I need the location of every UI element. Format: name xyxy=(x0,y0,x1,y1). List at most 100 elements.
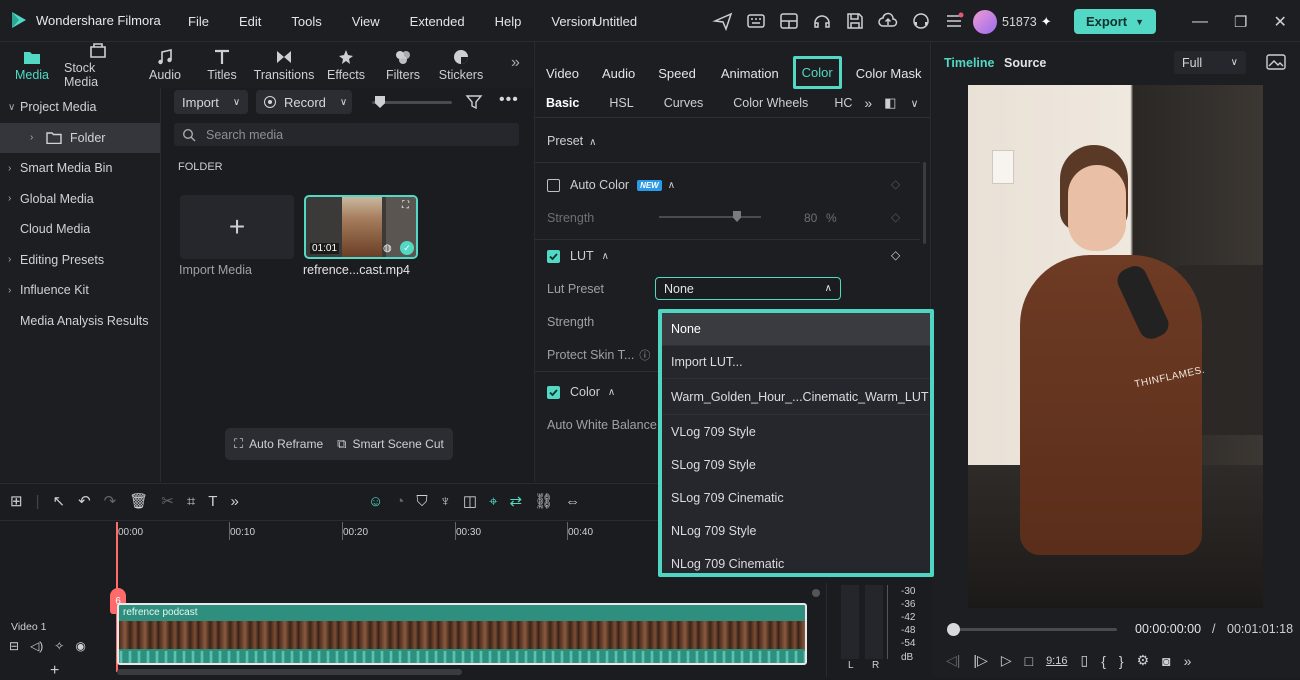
tab-timeline-preview[interactable]: Timeline xyxy=(944,56,994,70)
lut-option-none[interactable]: None xyxy=(662,313,930,346)
video-preview-frame[interactable]: THINFLAMES. xyxy=(968,85,1263,608)
more-tools-icon[interactable]: » xyxy=(230,493,238,510)
lut-option-slog-cinematic[interactable]: SLog 709 Cinematic xyxy=(662,481,930,514)
tab-audio[interactable]: Audio xyxy=(132,48,198,82)
lut-preset-select[interactable]: None ∧ xyxy=(655,277,841,300)
speaker-icon[interactable]: ◁) xyxy=(30,639,43,653)
smart-scene-cut-button[interactable]: ⧉ Smart Scene Cut xyxy=(337,436,444,452)
menu-version[interactable]: Version xyxy=(551,14,594,29)
redo-icon[interactable]: ↷ xyxy=(104,492,117,510)
select-tool-icon[interactable]: ↖ xyxy=(52,492,65,510)
video-clip[interactable]: refrence podcast xyxy=(117,603,807,665)
search-input[interactable]: Search media xyxy=(174,123,519,146)
tab-animation[interactable]: Animation xyxy=(721,66,779,81)
slider-handle[interactable] xyxy=(733,211,741,222)
ai-assistant-icon[interactable]: ☺ xyxy=(368,493,383,510)
sidebar-item-editing-presets[interactable]: › Editing Presets xyxy=(0,245,160,276)
more-options-icon[interactable]: ••• xyxy=(499,91,519,109)
maximize-icon[interactable]: ❐ xyxy=(1234,13,1247,31)
cut-icon[interactable]: ✂ xyxy=(161,492,174,510)
settings-icon[interactable]: ⚙ xyxy=(1137,652,1150,669)
camera-icon[interactable]: ◙ xyxy=(1162,653,1170,669)
minimize-icon[interactable]: — xyxy=(1192,13,1208,31)
preview-scrubber[interactable] xyxy=(947,623,1117,636)
headset-icon[interactable] xyxy=(811,10,833,32)
layout-grid-icon[interactable]: ⊞ xyxy=(10,492,23,510)
menu-extended[interactable]: Extended xyxy=(410,14,465,29)
more-controls-icon[interactable]: » xyxy=(1184,653,1192,669)
mark-out-icon[interactable]: } xyxy=(1119,653,1124,669)
more-tabs-icon[interactable]: » xyxy=(511,54,520,72)
user-account[interactable]: 51873 ✦ xyxy=(973,10,1052,34)
menu-help[interactable]: Help xyxy=(495,14,522,29)
delete-icon[interactable]: 🗑 xyxy=(129,492,148,510)
unlink-icon[interactable]: ⛓ xyxy=(534,492,553,510)
layout-icon[interactable] xyxy=(778,10,800,32)
lock-icon[interactable]: ⊟ xyxy=(9,639,19,653)
menu-edit[interactable]: Edit xyxy=(239,14,261,29)
lut-option-import[interactable]: Import LUT... xyxy=(662,346,930,379)
vertical-scroll-handle[interactable] xyxy=(812,589,820,597)
close-icon[interactable]: ✕ xyxy=(1273,12,1286,32)
import-media-tile[interactable]: + xyxy=(180,195,294,259)
tab-filters[interactable]: Filters xyxy=(370,49,436,82)
sidebar-item-cloud-media[interactable]: Cloud Media xyxy=(0,214,160,245)
list-menu-icon[interactable] xyxy=(943,10,965,32)
lut-option-nlog-style[interactable]: NLog 709 Style xyxy=(662,514,930,547)
properties-scrollbar[interactable] xyxy=(923,162,926,244)
lut-option-nlog-cinematic[interactable]: NLog 709 Cinematic xyxy=(662,547,930,573)
audio-stretch-icon[interactable]: ♆ xyxy=(440,493,451,510)
strength-value[interactable]: 80 xyxy=(804,211,817,225)
save-icon[interactable] xyxy=(844,10,866,32)
play-from-start-icon[interactable]: |▷ xyxy=(973,652,987,669)
tab-effects[interactable]: Effects xyxy=(322,49,370,82)
cloud-upload-icon[interactable] xyxy=(877,10,899,32)
thumbnail-size-slider[interactable] xyxy=(372,96,452,108)
tab-color-mask[interactable]: Color Mask xyxy=(856,66,922,81)
stop-icon[interactable]: □ xyxy=(1025,653,1033,669)
previous-frame-icon[interactable]: ◁| xyxy=(946,652,960,669)
timeline-scrollbar[interactable] xyxy=(117,669,462,675)
tab-stickers[interactable]: Stickers xyxy=(436,49,486,82)
undo-icon[interactable]: ↶ xyxy=(78,492,91,510)
eye-icon[interactable]: ◉ xyxy=(75,639,85,653)
tab-video[interactable]: Video xyxy=(546,66,579,81)
color-checkbox[interactable] xyxy=(547,385,560,399)
subtab-curves[interactable]: Curves xyxy=(664,96,704,110)
menu-tools[interactable]: Tools xyxy=(291,14,321,29)
record-dropdown[interactable]: Record ∨ xyxy=(256,90,352,114)
send-icon[interactable] xyxy=(712,10,734,32)
sidebar-item-global-media[interactable]: › Global Media xyxy=(0,184,160,215)
sidebar-item-project-media[interactable]: ∨ Project Media xyxy=(0,92,160,123)
snap-icon[interactable]: ⌖ xyxy=(489,493,497,510)
mark-in-icon[interactable]: { xyxy=(1101,653,1106,669)
subtab-color-wheels[interactable]: Color Wheels xyxy=(733,96,808,110)
sidebar-item-influence-kit[interactable]: › Influence Kit xyxy=(0,275,160,306)
fit-timeline-icon[interactable]: ⇔ xyxy=(565,493,580,510)
import-dropdown[interactable]: Import ∨ xyxy=(174,90,248,114)
media-clip-thumbnail[interactable]: ⛶ 01:01 ◍ ✓ xyxy=(304,195,418,259)
sidebar-item-media-analysis[interactable]: Media Analysis Results xyxy=(0,306,160,337)
menu-view[interactable]: View xyxy=(352,14,380,29)
lut-option-warm-golden-hour[interactable]: Warm_Golden_Hour_...Cinematic_Warm_LUT xyxy=(662,379,930,415)
tab-source-preview[interactable]: Source xyxy=(1004,56,1046,70)
lut-checkbox[interactable] xyxy=(547,249,560,263)
magic-wand-icon[interactable]: ✧ xyxy=(54,639,64,653)
fullscreen-icon[interactable]: ▯ xyxy=(1080,652,1088,669)
export-button[interactable]: Export ▼ xyxy=(1074,9,1156,34)
crop-icon[interactable]: ⌗ xyxy=(187,493,195,510)
tab-speed[interactable]: Speed xyxy=(658,66,696,81)
sidebar-item-smart-media-bin[interactable]: › Smart Media Bin xyxy=(0,153,160,184)
preset-section[interactable]: Preset ∧ xyxy=(547,134,596,148)
zoom-select[interactable]: Full ∨ xyxy=(1174,51,1246,74)
link-clips-icon[interactable]: ⇄ xyxy=(510,492,523,510)
aspect-ratio-icon[interactable]: 9:16 xyxy=(1046,655,1067,667)
sidebar-item-folder[interactable]: › Folder xyxy=(0,122,160,153)
filter-icon[interactable] xyxy=(465,93,483,111)
keyframe-icon[interactable]: ◇ xyxy=(891,248,900,262)
support-icon[interactable] xyxy=(910,10,932,32)
strength-slider[interactable] xyxy=(659,211,761,222)
keyframe-icon[interactable]: ◇ xyxy=(891,177,900,191)
subtab-hc[interactable]: HC xyxy=(834,96,852,110)
tab-color[interactable]: Color xyxy=(792,56,842,89)
